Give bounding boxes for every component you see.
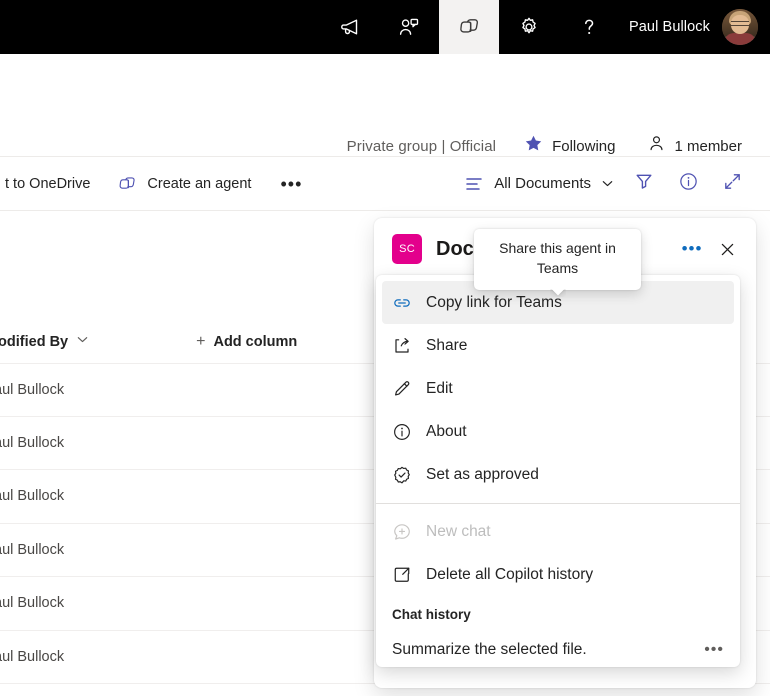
expand-button[interactable] [710,165,754,203]
link-icon [392,293,412,313]
list-view-icon [464,174,484,194]
tooltip-arrow [550,289,566,297]
following-label: Following [552,137,616,155]
menu-item-delete-all-copilot-history[interactable]: Delete all Copilot history [382,553,734,596]
pencil-icon [392,379,412,399]
tooltip-text: Share this agent in Teams [499,240,616,277]
avatar[interactable] [722,9,758,45]
suite-bar: Paul Bullock [0,0,770,54]
gear-icon [517,15,541,39]
view-selector-label: All Documents [494,175,591,192]
command-overflow-button[interactable]: ••• [274,167,308,201]
agent-context-menu: Copy link for Teams Share Edit About Set… [376,275,740,667]
menu-item-label: Share [426,336,468,354]
site-header: Private group | Official Following 1 mem… [0,54,770,157]
settings-button[interactable] [499,0,559,54]
cell-modified-by: aul Bullock [0,488,65,505]
menu-item-set-as-approved[interactable]: Set as approved [382,453,734,496]
people-chat-icon [397,15,421,39]
chat-history-group-title: Chat history [392,606,471,622]
info-circle-icon [392,422,412,442]
site-meta: Private group | Official Following 1 mem… [347,134,742,158]
add-column-button[interactable]: + Add column [196,334,298,351]
chevron-down-icon [76,333,89,351]
chevron-down-icon [601,177,614,190]
menu-item-label: Delete all Copilot history [426,565,594,583]
info-circle-icon [678,171,699,197]
user-name: Paul Bullock [629,19,710,35]
copilot-panel-title: Doc [436,237,474,260]
star-icon [524,134,543,158]
information-button[interactable] [666,165,710,203]
cell-modified-by: aul Bullock [0,541,65,558]
chat-history-item[interactable]: Summarize the selected file. ••• [382,628,734,667]
share-agent-tooltip: Share this agent in Teams [474,229,641,290]
cell-modified-by: aul Bullock [0,381,65,398]
menu-item-about[interactable]: About [382,410,734,453]
user-account[interactable]: Paul Bullock [619,0,770,54]
add-to-onedrive-label: t to OneDrive [5,175,91,192]
announcements-button[interactable] [319,0,379,54]
menu-item-label: Set as approved [426,465,539,483]
add-column-label: Add column [213,334,298,350]
add-to-onedrive-button[interactable]: t to OneDrive [0,165,99,203]
cell-modified-by: aul Bullock [0,434,65,451]
menu-divider [376,503,740,504]
copilot-panel-close-button[interactable] [710,232,744,266]
copilot-agent-icon [116,173,138,195]
sharepoint-page: Paul Bullock Private group | Official Fo… [0,0,770,696]
cell-modified-by: aul Bullock [0,648,65,665]
view-selector[interactable]: All Documents [456,165,622,203]
column-header-modified-by[interactable]: lodified By [0,333,89,351]
copilot-panel-actions: ••• [676,232,744,266]
agent-badge: SC [392,234,422,264]
expand-diagonal-icon [722,171,743,197]
filter-button[interactable] [622,165,666,203]
menu-item-share[interactable]: Share [382,324,734,367]
cell-modified-by: aul Bullock [0,595,65,612]
create-an-agent-button[interactable]: Create an agent [107,165,260,203]
copilot-panel-more-button[interactable]: ••• [676,233,708,265]
menu-item-label: Edit [426,379,453,397]
menu-item-label: Copy link for Teams [426,293,562,311]
chat-history-item-label: Summarize the selected file. [392,640,587,658]
column-header-modified-by-label: lodified By [0,334,69,350]
menu-item-edit[interactable]: Edit [382,367,734,410]
command-bar: t to OneDrive Create an agent ••• All Do… [0,157,770,211]
megaphone-icon [337,15,361,39]
filter-icon [634,171,654,196]
create-an-agent-label: Create an agent [147,175,252,192]
approved-badge-icon [392,465,412,485]
menu-item-label: About [426,422,467,440]
copilot-button[interactable] [439,0,499,54]
copilot-icon [456,14,482,40]
site-privacy-label: Private group | Official [346,137,497,155]
menu-item-label: New chat [426,522,491,540]
help-button[interactable] [559,0,619,54]
person-icon [647,134,666,158]
help-icon [577,15,601,39]
menu-item-new-chat: New chat [382,510,734,553]
command-bar-right: All Documents [456,165,770,203]
members-label: 1 member [674,137,742,155]
open-external-icon [392,565,412,585]
members-button[interactable]: 1 member [647,134,742,158]
collaborate-button[interactable] [379,0,439,54]
new-chat-icon [392,522,412,542]
share-icon [392,336,412,356]
following-button[interactable]: Following [524,134,615,158]
